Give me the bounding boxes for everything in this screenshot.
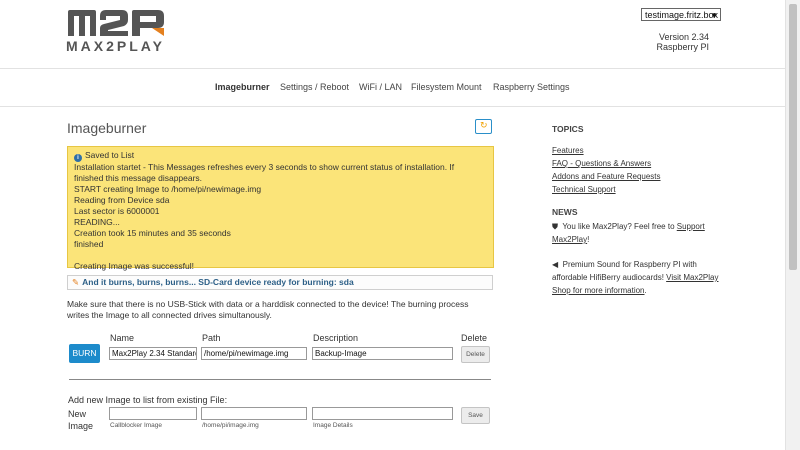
notice-line-blank bbox=[74, 250, 487, 261]
nav-item-imageburner[interactable]: Imageburner bbox=[215, 82, 270, 92]
scrollbar-thumb[interactable] bbox=[789, 4, 797, 270]
burn-description-line: Make sure that there is no USB-Stick wit… bbox=[67, 299, 469, 309]
burn-status-text: And it burns, burns, burns... SD-Card de… bbox=[82, 277, 354, 287]
notice-line: finished bbox=[74, 239, 104, 249]
notice-line: READING... bbox=[74, 217, 120, 227]
new-image-name-input[interactable] bbox=[109, 407, 197, 420]
path-hint: /home/pi/image.img bbox=[202, 422, 259, 429]
news-text: Premium Sound for Raspberry PI with bbox=[562, 260, 697, 269]
nav-item-raspberry-settings[interactable]: Raspberry Settings bbox=[493, 82, 570, 92]
nav-item-wifi-lan[interactable]: WiFi / LAN bbox=[359, 82, 402, 92]
flame-icon: ✎ bbox=[72, 277, 80, 287]
notice-line: finished this message disappears. bbox=[74, 173, 203, 183]
header: MAX2PLAY testimage.fritz.box ▼ Version 2.… bbox=[0, 0, 786, 69]
notice-line: Reading from Device sda bbox=[74, 195, 170, 205]
new-image-label: New Image bbox=[68, 408, 93, 432]
max2play-link[interactable]: Max2Play bbox=[552, 235, 587, 244]
new-image-path-input[interactable] bbox=[201, 407, 307, 420]
image-path-field[interactable]: /home/pi/newimage.img bbox=[201, 347, 307, 360]
news-item-hifiberry: ◀ Premium Sound for Raspberry PI with af… bbox=[552, 258, 732, 297]
heart-icon: ⛊ bbox=[552, 222, 558, 231]
visit-shop-link[interactable]: Visit Max2Play bbox=[666, 273, 718, 282]
host-select[interactable]: testimage.fritz.box ▼ bbox=[641, 8, 721, 21]
delete-button[interactable]: Delete bbox=[461, 346, 490, 363]
logo-wordmark: MAX2PLAY bbox=[66, 38, 165, 54]
burn-button[interactable]: BURN bbox=[69, 344, 100, 363]
topic-link-addons[interactable]: Addons and Feature Requests bbox=[552, 172, 661, 181]
status-notice: i Saved to List Installation startet - Th… bbox=[67, 146, 494, 271]
nav-item-filesystem-mount[interactable]: Filesystem Mount bbox=[411, 82, 482, 92]
notice-line: Installation startet - This Messages ref… bbox=[74, 162, 455, 172]
new-image-label-line: New bbox=[68, 409, 87, 419]
topic-link-faq[interactable]: FAQ - Questions & Answers bbox=[552, 159, 651, 168]
version-info: Version 2.34 Raspberry PI bbox=[656, 32, 709, 52]
description-hint: Image Details bbox=[313, 422, 353, 429]
main-nav: Imageburner Settings / Reboot WiFi / LAN… bbox=[0, 69, 786, 107]
image-name-field[interactable]: Max2Play 2.34 Standard bbox=[109, 347, 197, 360]
news-text: affordable HifiBerry audiocards! bbox=[552, 273, 667, 282]
column-header-delete: Delete bbox=[461, 333, 488, 343]
burn-description: Make sure that there is no USB-Stick wit… bbox=[67, 299, 497, 321]
notice-line: Saved to List bbox=[85, 150, 135, 160]
column-header-path: Path bbox=[202, 333, 221, 343]
news-text: ! bbox=[587, 235, 590, 244]
notice-line: Creation took 15 minutes and 35 seconds bbox=[74, 228, 231, 238]
burn-description-line: writes the Image to all connected drives… bbox=[67, 310, 272, 320]
platform-label: Raspberry PI bbox=[656, 42, 709, 52]
topic-link-features[interactable]: Features bbox=[552, 146, 584, 155]
image-description-field[interactable]: Backup-Image bbox=[312, 347, 453, 360]
version-label: Version 2.34 bbox=[658, 32, 709, 42]
page-scrollbar[interactable] bbox=[785, 0, 800, 450]
info-icon: i bbox=[74, 154, 82, 162]
refresh-button[interactable]: ↻ bbox=[475, 119, 492, 134]
topic-link-support[interactable]: Technical Support bbox=[552, 185, 616, 194]
notice-line: Creating Image was successful! bbox=[74, 261, 194, 271]
chevron-down-icon: ▼ bbox=[710, 11, 718, 20]
notice-line: START creating Image to /home/pi/newimag… bbox=[74, 184, 262, 194]
page-title: Imageburner bbox=[67, 120, 147, 136]
burn-status-bar: ✎ And it burns, burns, burns... SD-Card d… bbox=[67, 275, 493, 290]
add-new-heading: Add new Image to list from existing File… bbox=[68, 395, 228, 405]
new-image-description-input[interactable] bbox=[312, 407, 453, 420]
shop-info-link[interactable]: Shop for more information bbox=[552, 286, 645, 295]
column-header-description: Description bbox=[313, 333, 359, 343]
new-image-label-line: Image bbox=[68, 421, 94, 431]
max2play-logo[interactable] bbox=[66, 8, 166, 38]
speaker-icon: ◀ bbox=[552, 260, 559, 269]
nav-item-settings-reboot[interactable]: Settings / Reboot bbox=[280, 82, 349, 92]
column-header-name: Name bbox=[110, 333, 135, 343]
divider bbox=[69, 379, 491, 380]
news-text: . bbox=[644, 286, 647, 295]
host-select-value: testimage.fritz.box bbox=[645, 10, 719, 20]
news-item-support: ⛊ You like Max2Play? Feel free to Suppor… bbox=[552, 220, 732, 246]
topics-heading: TOPICS bbox=[552, 124, 584, 134]
refresh-icon: ↻ bbox=[480, 120, 488, 130]
news-text: You like Max2Play? Feel free to bbox=[562, 222, 677, 231]
name-hint: Callblocker Image bbox=[110, 422, 163, 429]
news-heading: NEWS bbox=[552, 207, 578, 217]
notice-line: Last sector is 6000001 bbox=[74, 206, 160, 216]
support-link[interactable]: Support bbox=[677, 222, 705, 231]
save-button[interactable]: Save bbox=[461, 407, 490, 424]
